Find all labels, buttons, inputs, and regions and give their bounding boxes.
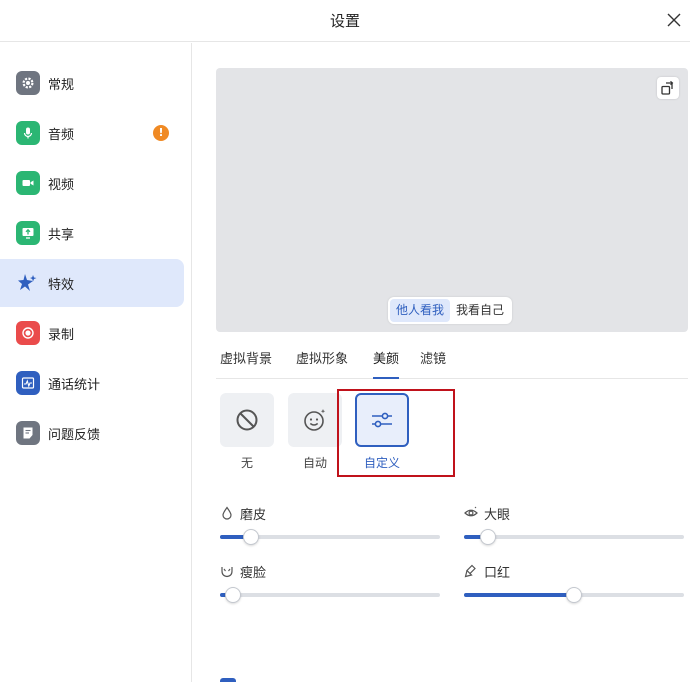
tab-beauty[interactable]: 美颜 <box>373 348 400 379</box>
lipstick-icon <box>464 564 476 578</box>
slider-track[interactable] <box>464 587 684 603</box>
tab-virtual-background[interactable]: 虚拟背景 <box>220 348 272 379</box>
annotation-highlight-box <box>337 389 455 477</box>
window-title: 设置 <box>329 12 360 30</box>
droplet-icon <box>222 506 232 520</box>
sidebar-item-label: 特效 <box>48 277 75 293</box>
slider-label: 大眼 <box>484 507 511 523</box>
smiley-sparkle-icon <box>288 393 342 447</box>
slider-track[interactable] <box>464 529 684 545</box>
view-option-self[interactable]: 我看自己 <box>450 299 510 322</box>
tab-filters[interactable]: 滤镜 <box>420 348 446 379</box>
close-icon[interactable] <box>664 10 684 30</box>
preset-label: 自动 <box>302 456 327 470</box>
slider-smooth-skin: 磨皮 <box>220 503 440 545</box>
sidebar-item-share[interactable]: 共享 <box>0 209 184 257</box>
slider-slim-face: 瘦脸 <box>220 561 440 603</box>
video-preview: 他人看我 我看自己 <box>216 68 688 332</box>
slider-thumb[interactable] <box>480 529 496 545</box>
gear-icon <box>16 71 40 95</box>
face-slim-icon <box>221 567 233 578</box>
microphone-icon <box>16 121 40 145</box>
slider-track[interactable] <box>220 587 440 603</box>
slider-big-eyes: 大眼 <box>464 503 684 545</box>
slider-track[interactable] <box>220 529 440 545</box>
feedback-icon <box>16 421 40 445</box>
settings-sidebar: 常规 音频 ! 视频 共享 特效 录制 通话统计 问题反馈 <box>0 43 192 682</box>
sidebar-item-video[interactable]: 视频 <box>0 159 184 207</box>
slider-label: 磨皮 <box>240 507 267 523</box>
checkbox[interactable] <box>220 678 236 682</box>
sidebar-item-label: 录制 <box>48 327 75 343</box>
sidebar-item-call-stats[interactable]: 通话统计 <box>0 359 184 407</box>
sidebar-item-label: 问题反馈 <box>48 427 101 443</box>
sparkle-effects-icon <box>16 271 40 295</box>
view-option-others[interactable]: 他人看我 <box>390 299 451 322</box>
record-icon <box>16 321 40 345</box>
slider-thumb[interactable] <box>566 587 582 603</box>
title-bar: 设置 <box>0 0 690 42</box>
call-stats-icon <box>16 371 40 395</box>
sidebar-item-effects[interactable]: 特效 <box>0 259 184 307</box>
video-camera-icon <box>16 171 40 195</box>
sidebar-item-label: 通话统计 <box>48 377 101 393</box>
effects-tabs: 虚拟背景 虚拟形象 美颜 滤镜 <box>216 346 688 379</box>
warning-badge: ! <box>153 125 169 141</box>
slider-fill <box>464 593 574 597</box>
view-toggle: 他人看我 我看自己 <box>388 297 513 324</box>
sidebar-item-label: 音频 <box>48 127 75 143</box>
sidebar-item-feedback[interactable]: 问题反馈 <box>0 409 184 457</box>
sidebar-item-label: 共享 <box>48 227 75 243</box>
slider-label: 瘦脸 <box>240 565 267 581</box>
sidebar-item-general[interactable]: 常规 <box>0 59 184 107</box>
slider-thumb[interactable] <box>243 529 259 545</box>
tab-virtual-avatar[interactable]: 虚拟形象 <box>296 348 348 379</box>
slider-label: 口红 <box>484 565 511 581</box>
share-screen-icon <box>16 221 40 245</box>
preset-none[interactable]: 无 <box>220 393 274 471</box>
slider-lipstick: 口红 <box>464 561 684 603</box>
sidebar-item-label: 视频 <box>48 177 75 193</box>
eye-icon <box>464 506 478 517</box>
preset-label: 无 <box>240 456 253 470</box>
ban-icon <box>220 393 274 447</box>
sidebar-item-label: 常规 <box>48 77 75 93</box>
sidebar-item-recording[interactable]: 录制 <box>0 309 184 357</box>
slider-thumb[interactable] <box>225 587 241 603</box>
sidebar-item-audio[interactable]: 音频 ! <box>0 109 184 157</box>
preset-auto[interactable]: 自动 <box>288 393 342 471</box>
rotate-icon[interactable] <box>657 77 679 99</box>
